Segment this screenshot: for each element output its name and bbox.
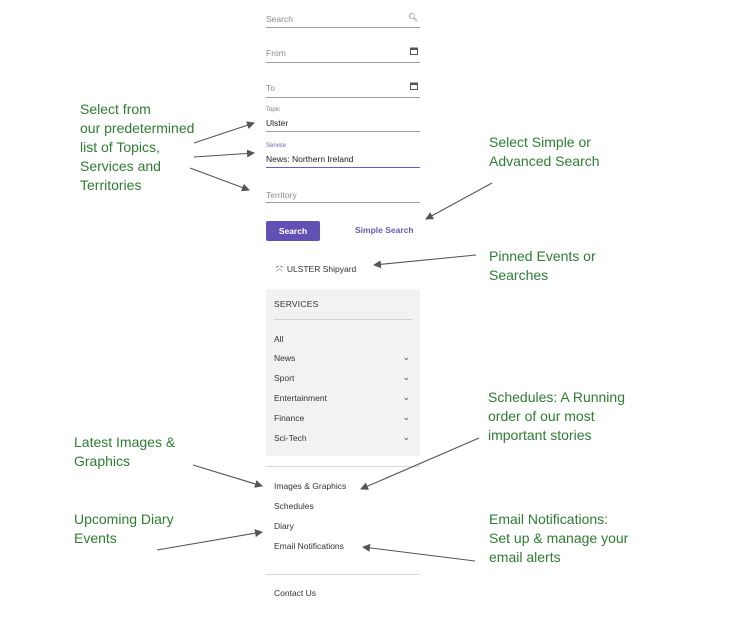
annotation-arrows <box>156 121 493 562</box>
arrow-to-service <box>193 149 255 158</box>
arrow-from-diary <box>156 529 263 551</box>
arrow-to-pinned <box>373 254 477 269</box>
arrow-to-territory <box>189 167 250 192</box>
arrow-to-images <box>360 437 480 490</box>
arrow-from-latest-images <box>192 464 263 488</box>
arrow-to-topic <box>193 121 255 144</box>
arrow-to-simple-search <box>425 182 493 220</box>
arrow-to-email <box>362 543 476 562</box>
